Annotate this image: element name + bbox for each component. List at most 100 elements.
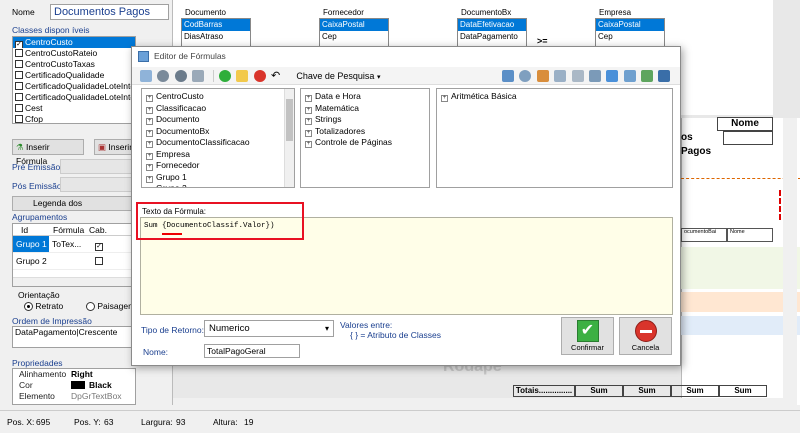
legenda-button[interactable]: Legenda dos Relacionamentos	[12, 196, 136, 211]
property-row[interactable]: Elemento DpGrTextBox	[13, 391, 135, 402]
chart-icon[interactable]	[536, 70, 549, 82]
users-icon[interactable]	[157, 70, 170, 82]
tree-node[interactable]: + CentroCusto	[146, 91, 290, 103]
class-checkbox[interactable]	[15, 71, 23, 79]
retrato-radio[interactable]: Retrato	[24, 301, 63, 311]
agr-cab[interactable]	[85, 253, 115, 269]
tree-node[interactable]: + DocumentoBx	[146, 126, 290, 138]
chave-pesquisa-dropdown[interactable]: Chave de Pesquisa ▾	[296, 71, 380, 81]
class-list-item[interactable]: Cfop	[13, 114, 135, 123]
agr-cab[interactable]: ✓	[85, 236, 115, 252]
classes-list[interactable]: ✓ CentroCusto CentroCustoRateio CentroCusto…	[12, 36, 136, 124]
add-icon[interactable]	[218, 70, 231, 82]
expand-icon[interactable]: +	[146, 187, 153, 188]
expand-icon[interactable]: +	[146, 118, 153, 125]
zoom-icon[interactable]	[519, 70, 532, 82]
relation-table[interactable]: CaixaPostal Cep	[595, 18, 665, 48]
property-row[interactable]: Alinhamento Right	[13, 369, 135, 380]
relation-field[interactable]: CaixaPostal	[596, 19, 664, 31]
class-list-item[interactable]: CentroCustoTaxas	[13, 59, 135, 70]
tree-node[interactable]: + Matemática	[305, 103, 425, 115]
class-list-item[interactable]: CertificadoQualidadeLoteIntern	[13, 81, 135, 92]
tree-node[interactable]: + DocumentoClassificacao	[146, 137, 290, 149]
cab-checkbox[interactable]	[95, 257, 103, 265]
class-checkbox[interactable]	[15, 93, 23, 101]
table-row[interactable]: Grupo 2	[13, 253, 135, 270]
expand-icon[interactable]: +	[305, 141, 312, 148]
layers-icon[interactable]	[588, 70, 601, 82]
tree-node[interactable]: + Fornecedor	[146, 160, 290, 172]
tree-node[interactable]: + Strings	[305, 114, 425, 126]
formula-editor-dialog[interactable]: Editor de Fórmulas ↶ Chave de Pesquisa ▾	[131, 46, 681, 366]
relation-field[interactable]: DiasAtraso	[182, 31, 250, 43]
tipo-retorno-select[interactable]: Numerico ▾	[204, 320, 334, 337]
relation-table[interactable]: DataEfetivacao DataPagamento	[457, 18, 527, 48]
calendar-icon[interactable]	[623, 70, 636, 82]
tree-node[interactable]: + Classificacao	[146, 103, 290, 115]
class-checkbox[interactable]	[15, 104, 23, 112]
tree-node[interactable]: + Controle de Páginas	[305, 137, 425, 149]
relation-field[interactable]: DataPagamento	[458, 31, 526, 43]
tree-node[interactable]: + Grupo 1	[146, 172, 290, 184]
relation-field[interactable]: DataEfetivacao	[458, 19, 526, 31]
agrupamentos-grid[interactable]: Id Fórmula Cab. Grupo 1 ToTex... ✓ Grupo 2	[12, 223, 136, 287]
inserir-formula-button[interactable]: ⚗ Inserir Fórmula	[12, 139, 84, 166]
cab-checkbox[interactable]: ✓	[95, 243, 103, 251]
class-checkbox[interactable]	[15, 115, 23, 123]
table-row[interactable]: Grupo 1 ToTex... ✓	[13, 236, 135, 253]
list-view-icon[interactable]	[140, 70, 152, 82]
dialog-titlebar[interactable]: Editor de Fórmulas	[132, 47, 680, 67]
expand-icon[interactable]: +	[146, 164, 153, 171]
class-checkbox[interactable]	[15, 82, 23, 90]
class-list-item[interactable]: CentroCustoRateio	[13, 48, 135, 59]
operators-tree[interactable]: + Aritmética Básica	[436, 88, 673, 188]
canvas-vscroll[interactable]	[783, 118, 797, 405]
propriedades-grid[interactable]: Alinhamento Right Cor Black Elemento DpGrText…	[12, 368, 136, 405]
tree-node[interactable]: +Grupo 2	[146, 183, 290, 188]
refresh-icon[interactable]	[606, 70, 619, 82]
class-checkbox[interactable]: ✓	[15, 41, 23, 48]
expand-icon[interactable]: +	[305, 129, 312, 137]
tree-node[interactable]: + Documento	[146, 114, 290, 126]
expand-icon[interactable]: +	[305, 118, 312, 125]
expand-icon[interactable]: +	[146, 129, 153, 137]
relation-field[interactable]: Cep	[320, 31, 388, 43]
field-icon[interactable]	[192, 70, 205, 82]
ordem-list[interactable]: DataPagamento|Crescente	[12, 326, 136, 348]
class-list-item[interactable]: Cest	[13, 103, 135, 114]
grid-icon[interactable]	[554, 70, 567, 82]
pre-emissao-field[interactable]	[60, 159, 136, 174]
relation-field[interactable]: Cep	[596, 31, 664, 43]
monitor-icon[interactable]	[502, 70, 514, 82]
nome-dialog-field[interactable]: TotalPagoGeral	[204, 344, 300, 358]
inserir-button[interactable]: ▣ Inserir	[94, 139, 136, 155]
expand-icon[interactable]: +	[146, 175, 153, 183]
nome-field[interactable]: Documentos Pagos	[50, 4, 169, 20]
class-list-item[interactable]: CertificadoQualidade	[13, 70, 135, 81]
tree-node[interactable]: + Aritmética Básica	[441, 91, 668, 103]
relation-field[interactable]: CaixaPostal	[320, 19, 388, 31]
tree-node[interactable]: + Totalizadores	[305, 126, 425, 138]
confirmar-button[interactable]: ✔ Confirmar	[561, 317, 614, 355]
class-list-item[interactable]: CertificadoQualidadeLoteIntern	[13, 92, 135, 103]
classes-tree[interactable]: + CentroCusto + Classificacao + Documento + Doc…	[141, 88, 295, 188]
relation-table[interactable]: CaixaPostal Cep	[319, 18, 389, 48]
delete-icon[interactable]	[253, 70, 266, 82]
expand-icon[interactable]: +	[305, 106, 312, 114]
expand-icon[interactable]: +	[441, 95, 448, 102]
relation-field[interactable]: CodBarras	[182, 19, 250, 31]
expand-icon[interactable]: +	[305, 95, 312, 102]
paisagem-radio[interactable]: Paisagem	[86, 301, 135, 311]
canvas-hscroll[interactable]	[173, 398, 783, 405]
panel-icon[interactable]	[658, 70, 671, 82]
expand-icon[interactable]: +	[146, 141, 153, 148]
undo-icon[interactable]: ↶	[271, 70, 283, 82]
copy-icon[interactable]	[571, 70, 584, 82]
download-icon[interactable]	[641, 70, 653, 82]
property-row[interactable]: Cor Black	[13, 380, 135, 391]
class-checkbox[interactable]	[15, 60, 23, 68]
pos-emissao-field[interactable]	[60, 177, 136, 192]
group-icon[interactable]	[174, 70, 187, 82]
functions-tree[interactable]: + Data e Hora + Matemática + Strings + Totaliza…	[300, 88, 430, 188]
class-list-item[interactable]: ✓ CentroCusto	[13, 37, 135, 48]
